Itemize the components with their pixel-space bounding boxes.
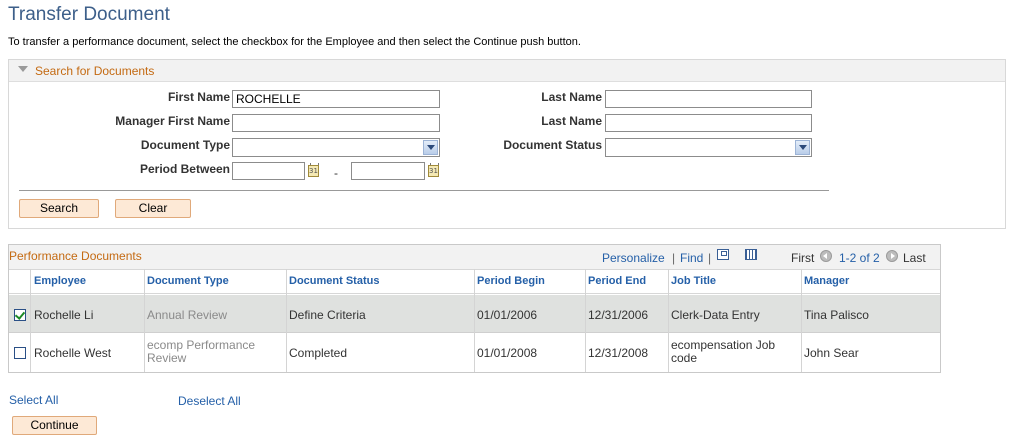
cell-period-begin: 01/01/2006	[477, 308, 538, 322]
last-name-label: Last Name	[541, 90, 602, 104]
period-to-input[interactable]	[351, 162, 425, 180]
arrow-right-icon[interactable]	[886, 250, 898, 262]
document-status-label: Document Status	[503, 138, 602, 152]
nav-separator: |	[672, 251, 676, 265]
nav-separator: |	[708, 251, 712, 265]
cell-period-end: 12/31/2006	[588, 308, 649, 322]
column-divider	[30, 269, 31, 372]
search-section-title[interactable]: Search for Documents	[35, 64, 154, 78]
column-divider	[286, 269, 287, 372]
deselect-all-link[interactable]: Deselect All	[178, 394, 241, 408]
continue-button[interactable]: Continue	[12, 416, 97, 435]
row-range: 1-2 of 2	[839, 251, 880, 265]
column-divider	[474, 269, 475, 372]
cell-document-type: ecomp Performance Review	[147, 338, 256, 365]
cell-document-type: Annual Review	[147, 308, 228, 322]
cell-employee: Rochelle Li	[34, 308, 94, 322]
last-label: Last	[903, 251, 926, 265]
period-from-input[interactable]	[232, 162, 305, 180]
cell-employee: Rochelle West	[34, 346, 112, 360]
calendar-icon[interactable]: 31	[428, 163, 439, 177]
grid-title: Performance Documents	[9, 249, 142, 263]
cell-document-status: Completed	[289, 346, 348, 360]
column-header-document-type[interactable]: Document Type	[147, 275, 229, 287]
calendar-icon[interactable]: 31	[308, 163, 319, 177]
cell-document-status: Define Criteria	[289, 308, 366, 322]
period-between-label: Period Between	[139, 162, 230, 176]
column-divider	[144, 269, 145, 372]
column-header-employee[interactable]: Employee	[34, 275, 86, 287]
period-separator: -	[334, 166, 338, 180]
select-all-link[interactable]: Select All	[9, 393, 58, 407]
document-status-select[interactable]	[605, 138, 812, 157]
column-divider	[585, 269, 586, 372]
column-header-period-begin[interactable]: Period Begin	[477, 275, 545, 287]
cell-period-begin: 01/01/2008	[477, 346, 538, 360]
document-type-label: Document Type	[140, 138, 230, 152]
column-divider	[668, 269, 669, 372]
find-link[interactable]: Find	[680, 251, 703, 265]
zoom-icon[interactable]	[717, 249, 729, 260]
row-select-checkbox[interactable]	[14, 347, 26, 359]
cell-job-title: ecompensation Job code	[671, 338, 776, 365]
column-header-manager[interactable]: Manager	[804, 275, 849, 287]
search-button[interactable]: Search	[19, 199, 99, 218]
cell-job-title: Clerk-Data Entry	[671, 308, 760, 322]
manager-last-name-input[interactable]	[605, 114, 812, 132]
column-header-document-status[interactable]: Document Status	[289, 275, 379, 287]
last-name-input[interactable]	[605, 90, 812, 108]
first-label: First	[791, 251, 815, 265]
cell-manager: John Sear	[804, 346, 859, 360]
row-select-checkbox[interactable]	[14, 309, 26, 321]
page-title: Transfer Document	[8, 4, 170, 25]
column-header-job-title[interactable]: Job Title	[671, 275, 716, 287]
manager-last-name-label: Last Name	[541, 114, 602, 128]
chevron-down-icon[interactable]	[795, 140, 810, 155]
cell-manager: Tina Palisco	[804, 308, 869, 322]
personalize-link[interactable]: Personalize	[602, 251, 665, 265]
search-group-header	[9, 60, 1005, 82]
column-header-period-end[interactable]: Period End	[588, 275, 646, 287]
clear-button[interactable]: Clear	[115, 199, 191, 218]
manager-first-name-label: Manager First Name	[115, 114, 230, 128]
collapse-triangle-icon[interactable]	[18, 66, 28, 72]
page-instructions: To transfer a performance document, sele…	[8, 36, 581, 48]
download-icon[interactable]	[745, 249, 757, 260]
cell-period-end: 12/31/2008	[588, 346, 649, 360]
first-name-label: First Name	[167, 90, 230, 104]
column-divider	[801, 269, 802, 372]
arrow-left-icon[interactable]	[820, 250, 832, 262]
search-divider	[19, 190, 829, 191]
